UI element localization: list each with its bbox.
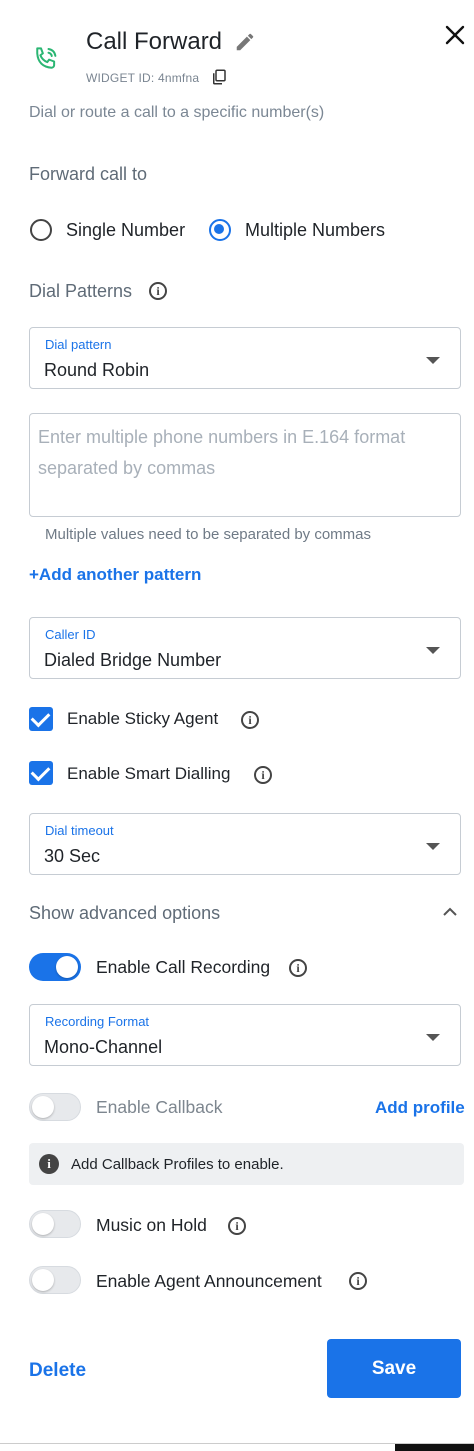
- music-on-hold-info-icon[interactable]: i: [228, 1217, 246, 1235]
- recording-format-value: Mono-Channel: [44, 1037, 163, 1057]
- dial-pattern-select[interactable]: Dial pattern Round Robin: [29, 327, 461, 389]
- call-recording-toggle[interactable]: [29, 953, 81, 981]
- chevron-down-icon: [426, 357, 440, 364]
- add-pattern-link[interactable]: +Add another pattern: [29, 565, 201, 585]
- delete-button[interactable]: Delete: [29, 1360, 86, 1382]
- dial-timeout-select[interactable]: Dial timeout 30 Sec: [29, 813, 461, 875]
- sticky-agent-label: Enable Sticky Agent: [67, 709, 219, 728]
- chevron-down-icon: [426, 1034, 440, 1041]
- sticky-agent-info-icon[interactable]: i: [241, 711, 259, 729]
- widget-description: Dial or route a call to a specific numbe…: [29, 104, 325, 121]
- smart-dialling-label: Enable Smart Dialling: [67, 764, 231, 783]
- info-filled-icon: i: [39, 1154, 59, 1174]
- advanced-options-toggle[interactable]: Show advanced options: [29, 903, 220, 924]
- radio-single-label: Single Number: [66, 220, 186, 240]
- smart-dialling-checkbox[interactable]: [29, 761, 53, 785]
- call-recording-info-icon[interactable]: i: [289, 959, 307, 977]
- call-recording-label: Enable Call Recording: [96, 957, 271, 977]
- agent-announcement-toggle[interactable]: [29, 1266, 81, 1294]
- forward-heading: Forward call to: [29, 164, 148, 184]
- music-on-hold-label: Music on Hold: [96, 1215, 207, 1235]
- dial-patterns-info-icon[interactable]: i: [149, 282, 167, 300]
- phone-numbers-textarea[interactable]: Enter multiple phone numbers in E.164 fo…: [29, 413, 461, 517]
- dial-timeout-value: 30 Sec: [44, 846, 101, 866]
- music-on-hold-toggle[interactable]: [29, 1210, 81, 1238]
- close-icon[interactable]: [443, 23, 467, 47]
- agent-announcement-info-icon[interactable]: i: [349, 1272, 367, 1290]
- sticky-agent-checkbox[interactable]: [29, 707, 53, 731]
- chevron-down-icon: [426, 647, 440, 654]
- page-title: Call Forward: [86, 28, 223, 55]
- radio-multiple-indicator[interactable]: [209, 219, 231, 241]
- bottom-bar: [395, 1444, 474, 1451]
- radio-multiple-numbers[interactable]: Multiple Numbers: [208, 218, 408, 244]
- callback-note: Add Callback Profiles to enable.: [71, 1156, 284, 1173]
- edit-title-icon[interactable]: [234, 31, 256, 53]
- phone-numbers-placeholder: Enter multiple phone numbers in E.164 fo…: [38, 427, 406, 478]
- recording-format-label: Recording Format: [45, 1014, 150, 1029]
- callback-label: Enable Callback: [96, 1097, 223, 1117]
- dial-patterns-heading: Dial Patterns: [29, 281, 133, 301]
- caller-id-label: Caller ID: [45, 627, 96, 642]
- dial-timeout-label: Dial timeout: [45, 823, 114, 838]
- smart-dialling-info-icon[interactable]: i: [254, 766, 272, 784]
- add-profile-link[interactable]: Add profile: [375, 1098, 465, 1118]
- radio-single-indicator[interactable]: [30, 219, 52, 241]
- radio-single-number[interactable]: Single Number: [29, 218, 199, 244]
- copy-icon[interactable]: [210, 68, 228, 86]
- dial-pattern-value: Round Robin: [44, 360, 150, 380]
- phone-icon: [31, 44, 61, 74]
- dial-pattern-label: Dial pattern: [45, 337, 112, 352]
- agent-announcement-label: Enable Agent Announcement: [96, 1271, 322, 1291]
- caller-id-value: Dialed Bridge Number: [44, 650, 222, 670]
- callback-info-banner: i Add Callback Profiles to enable.: [29, 1143, 464, 1185]
- helper-text: Multiple values need to be separated by …: [45, 526, 372, 543]
- save-button[interactable]: Save: [327, 1339, 461, 1398]
- caller-id-select[interactable]: Caller ID Dialed Bridge Number: [29, 617, 461, 679]
- callback-toggle[interactable]: [29, 1093, 81, 1121]
- chevron-up-icon[interactable]: [441, 905, 459, 919]
- widget-id: WIDGET ID: 4nmfna: [86, 71, 200, 85]
- radio-multiple-label: Multiple Numbers: [245, 220, 386, 240]
- chevron-down-icon: [426, 843, 440, 850]
- recording-format-select[interactable]: Recording Format Mono-Channel: [29, 1004, 461, 1066]
